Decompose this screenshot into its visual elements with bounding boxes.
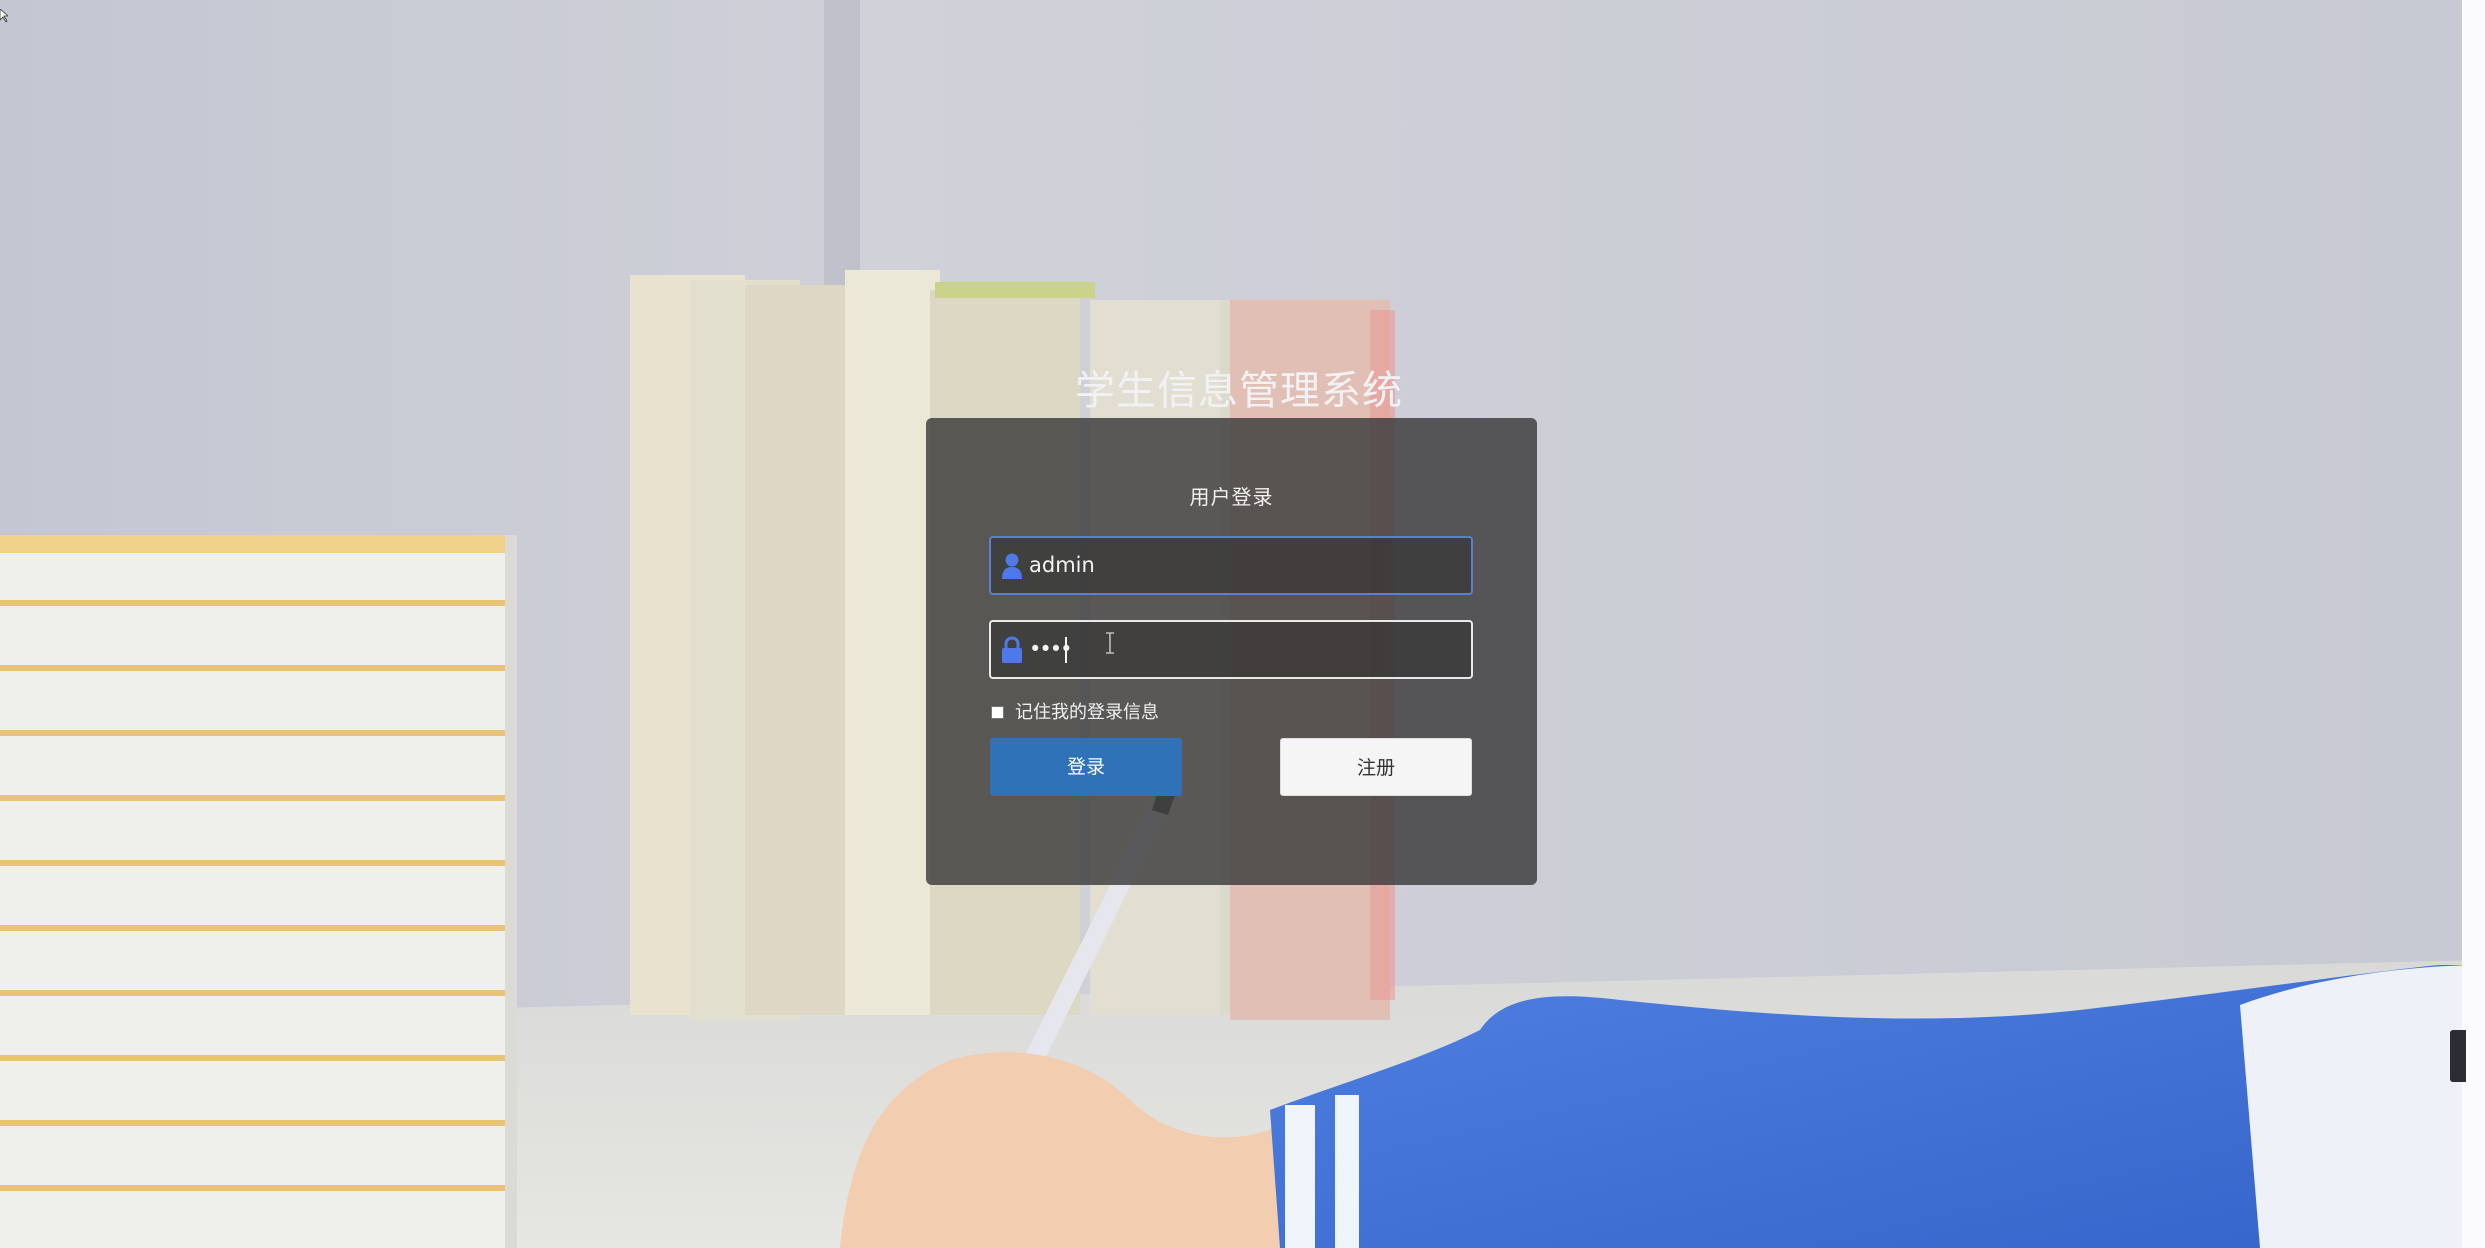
user-icon (1001, 552, 1023, 580)
login-button[interactable]: 登录 (990, 738, 1182, 796)
remember-checkbox[interactable] (991, 706, 1004, 719)
lock-icon (1001, 636, 1023, 664)
app-title: 学生信息管理系统 (1075, 368, 1403, 414)
register-button[interactable]: 注册 (1280, 738, 1472, 796)
login-panel-title: 用户登录 (1189, 485, 1274, 509)
text-caret (1065, 637, 1067, 663)
mouse-cursor-icon (0, 8, 10, 27)
ibeam-cursor-icon (1104, 632, 1116, 654)
side-scroll-handle[interactable] (2450, 1030, 2466, 1082)
remember-label: 记住我的登录信息 (1015, 702, 1159, 723)
username-field[interactable]: admin (989, 536, 1473, 595)
login-panel: 用户登录 admin •••• 记住我的登录信息 登录 注册 (926, 418, 1537, 885)
password-field[interactable]: •••• (989, 620, 1473, 679)
login-screen: 学生信息管理系统 用户登录 admin •••• 记住我的登录信息 登录 注册 (0, 0, 2485, 1248)
username-value: admin (1029, 553, 1095, 577)
